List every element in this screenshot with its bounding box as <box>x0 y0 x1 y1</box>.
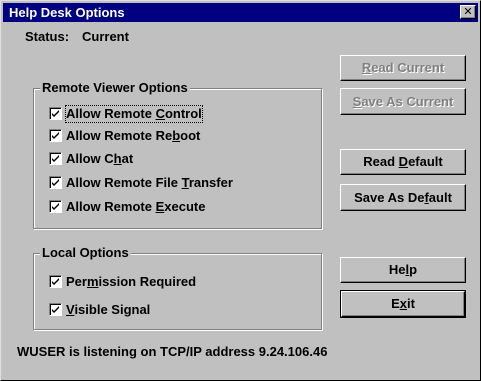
close-icon: ✕ <box>463 6 473 18</box>
check-mark-icon <box>52 306 59 313</box>
allow-remote-file-transfer-label: Allow Remote File Transfer <box>66 175 233 190</box>
checkbox-box[interactable] <box>49 107 62 120</box>
checkbox-box[interactable] <box>49 176 62 189</box>
check-mark-icon <box>52 278 59 285</box>
local-options-group: Local Options <box>33 245 322 330</box>
remote-viewer-options-title: Remote Viewer Options <box>40 80 190 95</box>
read-default-button[interactable]: Read Default <box>340 149 466 175</box>
checkbox-box[interactable] <box>49 152 62 165</box>
checkbox-box[interactable] <box>49 129 62 142</box>
help-button[interactable]: Help <box>340 257 466 283</box>
local-options-title: Local Options <box>40 245 131 260</box>
help-desk-options-dialog: Help Desk Options ✕ Status: Current Remo… <box>0 0 481 381</box>
allow-remote-control-label: Allow Remote Control <box>65 105 203 123</box>
check-mark-icon <box>52 155 59 162</box>
allow-chat-label: Allow Chat <box>66 151 134 166</box>
checkbox-box[interactable] <box>49 303 62 316</box>
checkbox-box[interactable] <box>49 200 62 213</box>
visible-signal-label: Visible Signal <box>66 302 151 317</box>
save-as-default-button[interactable]: Save As Default <box>340 184 466 211</box>
status-label: Status: <box>25 29 70 44</box>
allow-remote-execute-label: Allow Remote Execute <box>66 199 206 214</box>
check-mark-icon <box>52 203 59 210</box>
allow-remote-reboot-label: Allow Remote Reboot <box>66 128 201 143</box>
close-button[interactable]: ✕ <box>460 5 476 19</box>
status-value: Current <box>82 29 129 44</box>
window-title: Help Desk Options <box>9 5 125 20</box>
save-as-current-button[interactable]: Save As Current <box>340 88 466 115</box>
checkbox-box[interactable] <box>49 275 62 288</box>
title-bar[interactable]: Help Desk Options ✕ <box>3 3 478 22</box>
exit-button[interactable]: Exit <box>340 290 466 318</box>
listening-status-message: WUSER is listening on TCP/IP address 9.2… <box>17 344 328 359</box>
permission-required-label: Permission Required <box>66 274 197 289</box>
check-mark-icon <box>52 179 59 186</box>
check-mark-icon <box>52 110 59 117</box>
read-current-button[interactable]: Read Current <box>340 55 466 81</box>
check-mark-icon <box>52 132 59 139</box>
